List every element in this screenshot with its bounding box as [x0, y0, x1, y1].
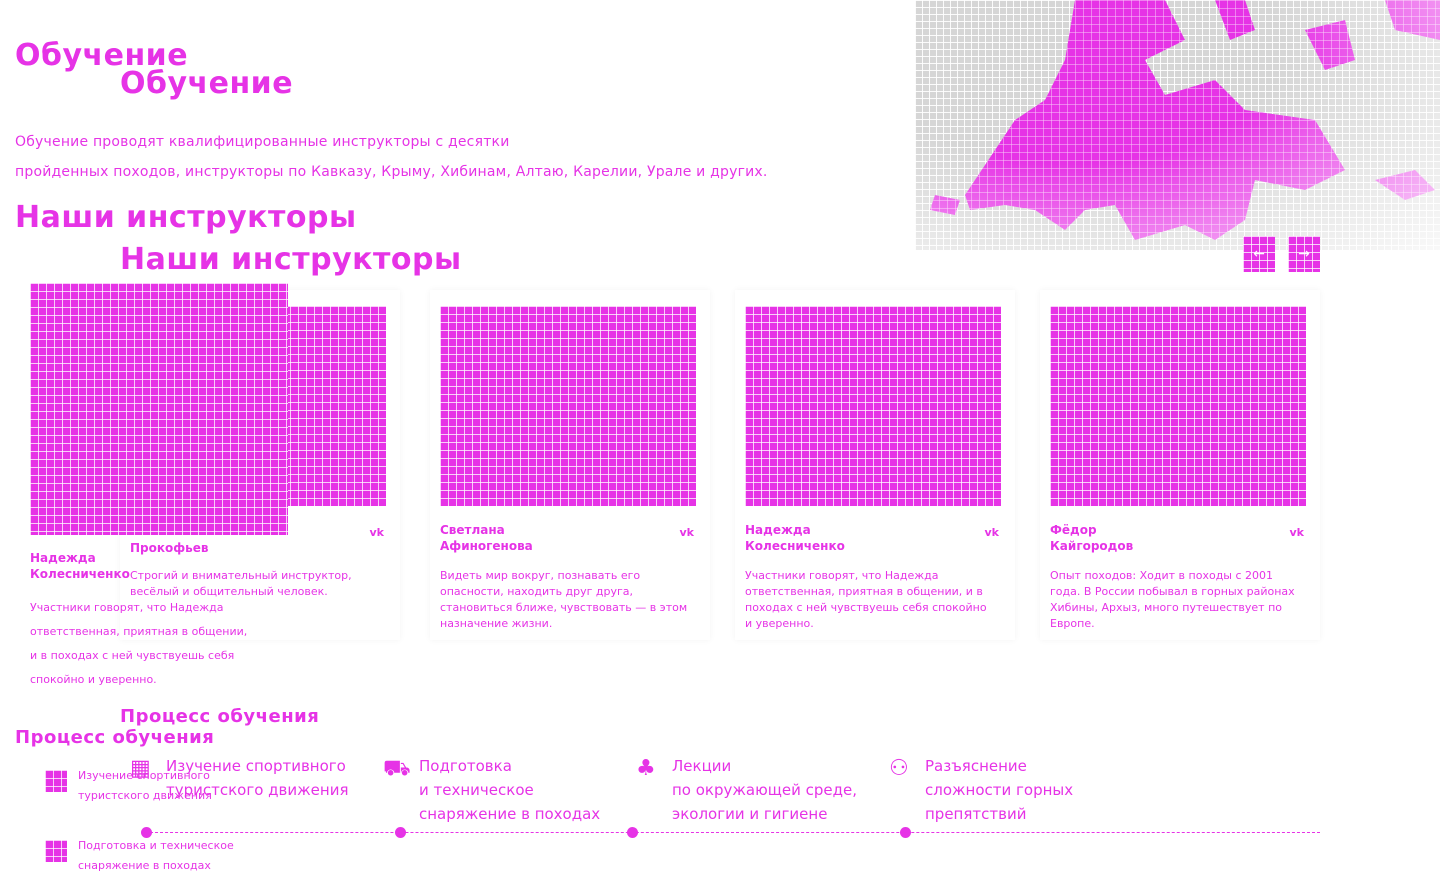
tree-icon: ♣: [636, 756, 656, 781]
vk-icon[interactable]: vk: [985, 526, 1000, 539]
boot-icon: ⛟: [383, 756, 411, 781]
vk-icon[interactable]: vk: [1290, 526, 1305, 539]
process-step-text: Подготовка и техническое снаряжение в по…: [419, 757, 601, 823]
instructor-name: Надежда Колесниченко: [745, 523, 845, 553]
instructor-card[interactable]: Надежда Колесниченко vk Участники говоря…: [735, 290, 1015, 640]
bio-line: ответственная, приятная в общении,: [30, 625, 248, 638]
timeline-dot: [900, 827, 911, 838]
lead-line-2: пройденных походов, инструкторы по Кавка…: [15, 164, 768, 180]
instructor-bio-overlay: Участники говорят, что Надежда ответстве…: [30, 596, 290, 692]
page-title-shadow: Обучение: [120, 66, 294, 101]
process-timeline: [145, 832, 1320, 833]
instructor-card[interactable]: Светлана Афиногенова vk Видеть мир вокру…: [430, 290, 710, 640]
map-illustration: [915, 0, 1440, 250]
process-heading: Процесс обучения: [120, 706, 320, 727]
instructor-name: Фёдор Кайгородов: [1050, 523, 1134, 553]
bio-line: и в походах с ней чувствуешь себя: [30, 649, 235, 662]
timeline-dot: [627, 827, 638, 838]
timeline-dot: [395, 827, 406, 838]
process-step-text: Лекции по окружающей среде, экологии и г…: [672, 757, 857, 823]
process-step-text: Разъяснение сложности горных препятствий: [925, 757, 1074, 823]
instructor-name: Прокофьев: [130, 541, 209, 555]
vk-icon[interactable]: vk: [680, 526, 695, 539]
instructor-name: Светлана Афиногенова: [440, 523, 533, 553]
instructor-photo: [440, 306, 696, 506]
instructors-heading: Наши инструкторы: [15, 200, 357, 235]
bio-line: спокойно и уверенно.: [30, 673, 157, 686]
instructors-heading-shadow: Наши инструкторы: [120, 242, 462, 277]
mini-step-text: Изучение спортивного туристского движени…: [78, 769, 212, 802]
step-icon: [45, 770, 67, 792]
arrow-left-icon: ←: [1253, 246, 1265, 262]
mini-step-text: Подготовка и техническое снаряжение в по…: [78, 839, 234, 872]
instructor-card[interactable]: Фёдор Кайгородов vk Опыт походов: Ходит …: [1040, 290, 1320, 640]
vk-icon[interactable]: vk: [370, 526, 385, 539]
process-heading-shadow: Процесс обучения: [15, 727, 215, 748]
lead-paragraph: Обучение проводят квалифицированные инст…: [15, 127, 768, 187]
instructor-bio: Видеть мир вокруг, познавать его опаснос…: [440, 569, 688, 630]
instructor-bio: Участники говорят, что Надежда ответстве…: [745, 569, 987, 630]
instructor-photo: [1050, 306, 1306, 506]
instructor-name-overlay: Надежда Колесниченко: [30, 551, 130, 581]
slider-next-button[interactable]: →: [1288, 236, 1320, 272]
lead-line-1: Обучение проводят квалифицированные инст…: [15, 134, 510, 150]
bio-line: Участники говорят, что Надежда: [30, 601, 224, 614]
slider-prev-button[interactable]: ←: [1243, 236, 1275, 272]
arrow-right-icon: →: [1298, 246, 1310, 262]
step-icon: [45, 840, 67, 862]
instructor-photo-overlay: [30, 283, 288, 535]
people-icon: ⚇: [889, 756, 909, 781]
instructor-photo: [745, 306, 1001, 506]
instructor-bio: Опыт походов: Ходит в походы с 2001 года…: [1050, 569, 1295, 630]
